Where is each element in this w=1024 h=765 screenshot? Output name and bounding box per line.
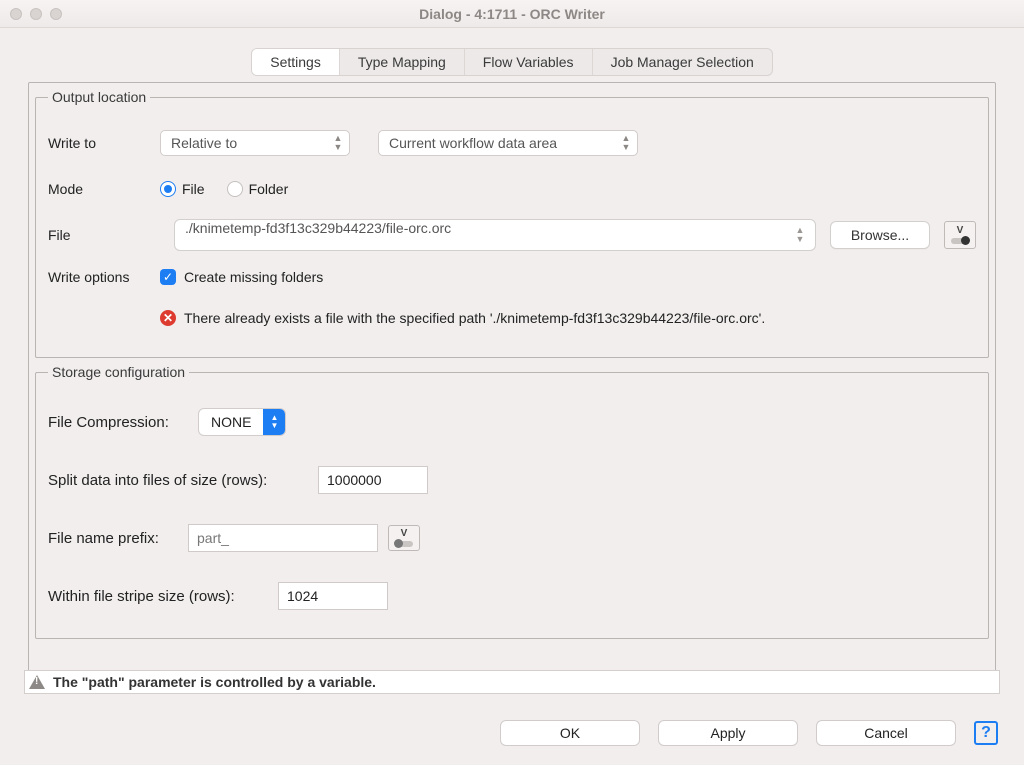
error-icon: ✕ bbox=[160, 310, 176, 326]
storage-configuration-group: Storage configuration File Compression: … bbox=[35, 364, 989, 639]
split-size-label: Split data into files of size (rows): bbox=[48, 472, 318, 489]
split-size-input[interactable] bbox=[318, 466, 428, 494]
stepper-icon: ▲▼ bbox=[333, 134, 343, 152]
dialog-buttons: OK Apply Cancel ? bbox=[500, 720, 998, 746]
window-title: Dialog - 4:1711 - ORC Writer bbox=[0, 6, 1024, 22]
error-message-text: There already exists a file with the spe… bbox=[184, 310, 765, 326]
help-button[interactable]: ? bbox=[974, 721, 998, 745]
mode-file-label: File bbox=[182, 181, 205, 197]
stripe-size-label: Within file stripe size (rows): bbox=[48, 588, 278, 605]
zoom-window-icon[interactable] bbox=[50, 8, 62, 20]
stepper-icon: ▲▼ bbox=[621, 134, 631, 152]
checkbox-checked-icon: ✓ bbox=[160, 269, 176, 285]
file-path-combo[interactable]: ./knimetemp-fd3f13c329b44223/file-orc.or… bbox=[174, 219, 816, 251]
write-options-label: Write options bbox=[48, 269, 160, 285]
settings-panel: Output location Write to Relative to ▲▼ … bbox=[28, 82, 996, 686]
prefix-label: File name prefix: bbox=[48, 530, 188, 547]
close-window-icon[interactable] bbox=[10, 8, 22, 20]
output-location-legend: Output location bbox=[48, 89, 150, 105]
create-missing-label: Create missing folders bbox=[184, 269, 323, 285]
write-to-scope-value: Relative to bbox=[171, 135, 237, 151]
output-location-group: Output location Write to Relative to ▲▼ … bbox=[35, 89, 989, 358]
tab-bar: Settings Type Mapping Flow Variables Job… bbox=[0, 28, 1024, 82]
tab-settings[interactable]: Settings bbox=[252, 49, 340, 75]
write-to-label: Write to bbox=[48, 135, 160, 151]
file-variable-toggle[interactable]: V bbox=[944, 221, 976, 249]
create-missing-folders-checkbox[interactable]: ✓ Create missing folders bbox=[160, 269, 323, 285]
stripe-size-input[interactable] bbox=[278, 582, 388, 610]
mode-label: Mode bbox=[48, 181, 160, 197]
write-to-area-select[interactable]: Current workflow data area ▲▼ bbox=[378, 130, 638, 156]
tab-job-manager[interactable]: Job Manager Selection bbox=[593, 49, 772, 75]
toggle-off-icon bbox=[395, 541, 413, 547]
tab-flow-variables[interactable]: Flow Variables bbox=[465, 49, 593, 75]
ok-button[interactable]: OK bbox=[500, 720, 640, 746]
select-stepper-icon: ▲▼ bbox=[263, 409, 285, 435]
tab-type-mapping[interactable]: Type Mapping bbox=[340, 49, 465, 75]
variable-v-icon: V bbox=[957, 226, 964, 236]
write-to-scope-select[interactable]: Relative to ▲▼ bbox=[160, 130, 350, 156]
compression-value: NONE bbox=[199, 414, 263, 430]
compression-select[interactable]: NONE ▲▼ bbox=[198, 408, 286, 436]
mode-folder-radio[interactable]: Folder bbox=[227, 181, 289, 197]
status-bar: The "path" parameter is controlled by a … bbox=[24, 670, 1000, 694]
toggle-on-icon bbox=[951, 238, 969, 244]
warning-icon bbox=[29, 675, 45, 689]
apply-button[interactable]: Apply bbox=[658, 720, 798, 746]
mode-folder-label: Folder bbox=[249, 181, 289, 197]
prefix-variable-toggle[interactable]: V bbox=[388, 525, 420, 551]
titlebar: Dialog - 4:1711 - ORC Writer bbox=[0, 0, 1024, 28]
mode-file-radio[interactable]: File bbox=[160, 181, 205, 197]
radio-checked-icon bbox=[160, 181, 176, 197]
browse-button[interactable]: Browse... bbox=[830, 221, 930, 249]
prefix-input[interactable] bbox=[188, 524, 378, 552]
radio-unchecked-icon bbox=[227, 181, 243, 197]
minimize-window-icon[interactable] bbox=[30, 8, 42, 20]
storage-legend: Storage configuration bbox=[48, 364, 189, 380]
file-path-value: ./knimetemp-fd3f13c329b44223/file-orc.or… bbox=[185, 220, 451, 236]
window-controls bbox=[10, 8, 62, 20]
write-to-area-value: Current workflow data area bbox=[389, 135, 557, 151]
variable-v-icon: V bbox=[401, 529, 408, 539]
cancel-button[interactable]: Cancel bbox=[816, 720, 956, 746]
file-label: File bbox=[48, 227, 160, 243]
file-exists-error: ✕ There already exists a file with the s… bbox=[160, 310, 765, 326]
status-message: The "path" parameter is controlled by a … bbox=[53, 674, 376, 690]
stepper-icon: ▲▼ bbox=[795, 226, 805, 244]
compression-label: File Compression: bbox=[48, 414, 198, 431]
